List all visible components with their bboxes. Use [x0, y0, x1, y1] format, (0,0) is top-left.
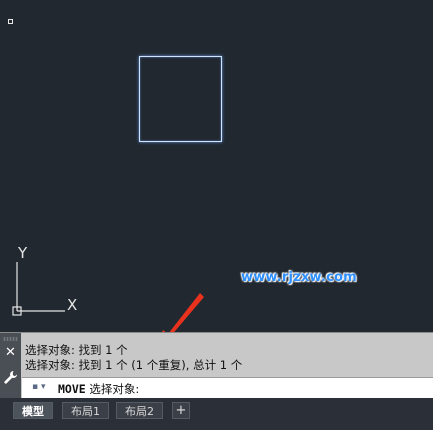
history-line: 选择对象: 找到 1 个 [25, 343, 128, 357]
ucs-x-label: X [67, 296, 77, 314]
ucs-y-label: Y [17, 244, 28, 262]
command-line-sidebar: ✕ [0, 333, 21, 398]
command-line-panel: ✕ 选择对象: 找到 1 个 选择对象: 找到 1 个 (1 个重复), 总计 … [0, 332, 433, 398]
tab-model[interactable]: 模型 [13, 402, 53, 419]
add-layout-button[interactable]: + [172, 402, 190, 419]
drawing-canvas[interactable]: Y X www.rjzxw.com [0, 0, 433, 332]
command-input[interactable]: ▪ ▾ MOVE 选择对象: [22, 377, 433, 398]
layout-tab-bar: 模型 布局1 布局2 + [0, 398, 433, 430]
command-prompt: 选择对象: [89, 382, 140, 396]
ucs-icon: Y X [12, 244, 77, 316]
tab-layout1[interactable]: 布局1 [62, 402, 109, 419]
drag-handle-icon[interactable] [3, 337, 18, 341]
current-command: MOVE [58, 382, 86, 396]
history-line: 选择对象: 找到 1 个 (1 个重复), 总计 1 个 [25, 358, 243, 372]
close-icon[interactable]: ✕ [3, 345, 18, 360]
watermark-text: www.rjzxw.com [241, 270, 357, 285]
wrench-icon[interactable] [2, 369, 19, 386]
command-prompt-icon[interactable]: ▪ ▾ [32, 382, 45, 392]
tab-layout2[interactable]: 布局2 [116, 402, 163, 419]
command-history: 选择对象: 找到 1 个 选择对象: 找到 1 个 (1 个重复), 总计 1 … [25, 343, 425, 373]
